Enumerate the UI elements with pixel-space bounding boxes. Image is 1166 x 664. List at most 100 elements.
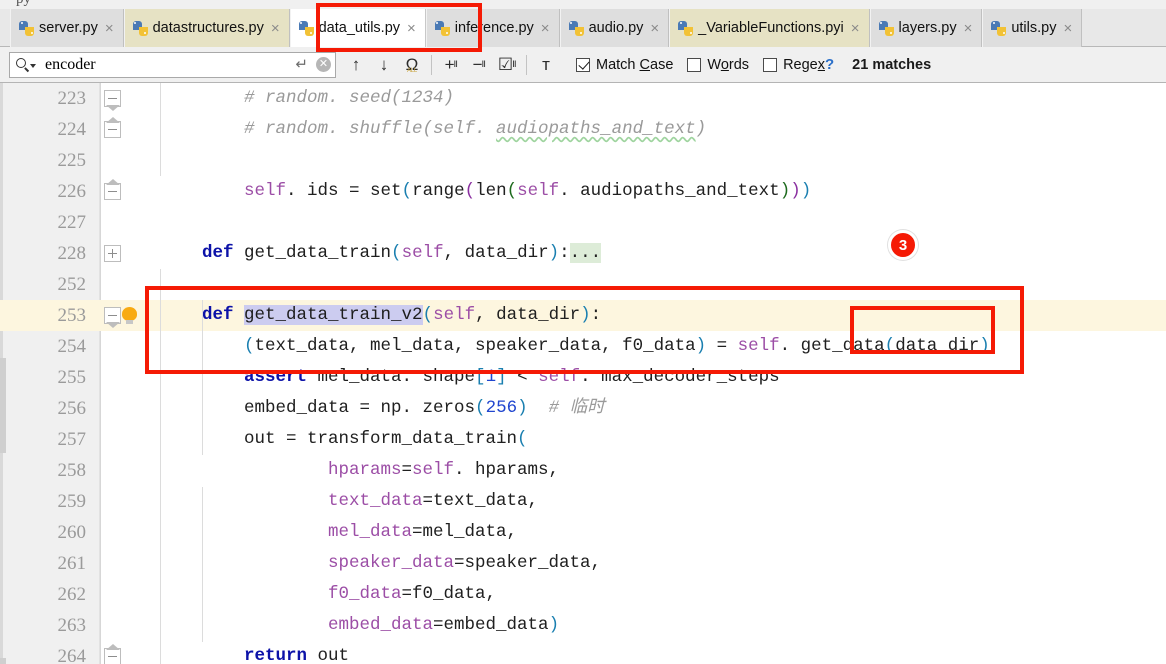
code-line-228[interactable]: 228 def get_data_train(self, data_dir):..… bbox=[0, 238, 1166, 269]
tab-layers-py[interactable]: layers.py × bbox=[869, 9, 983, 47]
code-token: range bbox=[412, 181, 465, 201]
code-text[interactable]: (text_data, mel_data, speaker_data, f0_d… bbox=[244, 331, 990, 362]
code-editor[interactable]: 223 # random. seed(1234) 224 # random. shuf… bbox=[0, 83, 1166, 664]
close-icon[interactable]: × bbox=[964, 21, 973, 36]
code-line-261[interactable]: 261 speaker_data=speaker_data, bbox=[0, 548, 1166, 579]
close-icon[interactable]: × bbox=[851, 21, 860, 36]
python-file-icon bbox=[678, 20, 694, 36]
toolbar-separator bbox=[431, 54, 432, 75]
code-token: f0_data bbox=[328, 584, 402, 604]
match-case-checkbox[interactable]: Match Case bbox=[576, 57, 673, 73]
code-line-260[interactable]: 260 mel_data=mel_data, bbox=[0, 517, 1166, 548]
code-line-258[interactable]: 258 hparams=self. hparams, bbox=[0, 455, 1166, 486]
scrollbar-thumb-upper[interactable] bbox=[0, 358, 6, 453]
code-line-257[interactable]: 257 out = transform_data_train( bbox=[0, 424, 1166, 455]
code-line-255[interactable]: 255 assert mel_data. shape[1] < self. max… bbox=[0, 362, 1166, 393]
code-line-262[interactable]: 262 f0_data=f0_data, bbox=[0, 579, 1166, 610]
match-count-label: 21 matches bbox=[852, 56, 932, 73]
close-icon[interactable]: × bbox=[541, 21, 550, 36]
regex-checkbox-box[interactable] bbox=[763, 57, 778, 72]
find-tool-buttons[interactable]: ↑ ↓ Ω ALL + Ⅱ − Ⅱ ☑ Ⅱ ᴛ bbox=[342, 52, 560, 78]
tab-label: utils.py bbox=[1011, 19, 1057, 36]
code-line-225[interactable]: 225 bbox=[0, 145, 1166, 176]
select-all-occurrences-button[interactable]: Ω ALL bbox=[398, 52, 426, 78]
code-token: . max_decoder_steps bbox=[580, 367, 780, 387]
fold-toggle-228[interactable] bbox=[104, 245, 121, 262]
tab--variablefunctions-pyi[interactable]: _VariableFunctions.pyi × bbox=[669, 9, 870, 47]
line-number: 254 bbox=[57, 336, 87, 357]
filter-button[interactable]: ᴛ bbox=[532, 52, 560, 78]
code-line-254[interactable]: 254 (text_data, mel_data, speaker_data, f… bbox=[0, 331, 1166, 362]
label-mnemonic: x bbox=[817, 56, 825, 73]
code-text[interactable]: # random. seed(1234) bbox=[244, 83, 454, 114]
scrollbar-thumb-lower[interactable] bbox=[0, 658, 6, 664]
find-previous-button-glyph: ↑ bbox=[351, 55, 361, 74]
find-options[interactable]: Match Case Words Regex bbox=[576, 57, 825, 73]
add-selection-next-occurrence-button[interactable]: + Ⅱ bbox=[437, 52, 465, 78]
fold-toggle-226[interactable] bbox=[104, 179, 121, 200]
code-token: set bbox=[370, 181, 402, 201]
code-text[interactable]: mel_data=mel_data, bbox=[328, 517, 517, 548]
code-line-264[interactable]: 264 return out bbox=[0, 641, 1166, 664]
fold-toggle-264[interactable] bbox=[104, 644, 121, 664]
remove-selection-occurrence-button[interactable]: − Ⅱ bbox=[465, 52, 493, 78]
code-line-226[interactable]: 226 self. ids = set(range(len(self. audio… bbox=[0, 176, 1166, 207]
find-input-value[interactable]: encoder bbox=[45, 56, 295, 73]
code-text[interactable]: return out bbox=[244, 641, 349, 664]
select-all-occurrences-multicaret-button[interactable]: ☑ Ⅱ bbox=[493, 52, 521, 78]
code-line-227[interactable]: 227 bbox=[0, 207, 1166, 238]
code-line-224[interactable]: 224 # random. shuffle(self. audiopaths_an… bbox=[0, 114, 1166, 145]
code-text[interactable]: f0_data=f0_data, bbox=[328, 579, 496, 610]
words-checkbox-box[interactable] bbox=[687, 57, 702, 72]
code-line-259[interactable]: 259 text_data=text_data, bbox=[0, 486, 1166, 517]
close-icon[interactable]: × bbox=[105, 21, 114, 36]
tab-server-py[interactable]: server.py × bbox=[10, 9, 124, 47]
code-text[interactable]: def get_data_train(self, data_dir):... bbox=[202, 238, 602, 269]
code-text[interactable]: embed_data = np. zeros(256) # 临时 bbox=[244, 393, 605, 424]
clear-search-icon[interactable]: ✕ bbox=[316, 57, 331, 72]
search-icon[interactable] bbox=[16, 58, 36, 72]
fold-toggle-253[interactable] bbox=[104, 307, 121, 328]
code-text[interactable]: out = transform_data_train( bbox=[244, 424, 528, 455]
code-text[interactable]: self. ids = set(range(len(self. audiopat… bbox=[244, 176, 811, 207]
code-line-253[interactable]: 253 def get_data_train_v2(self, data_dir)… bbox=[0, 300, 1166, 331]
code-text[interactable]: embed_data=embed_data) bbox=[328, 610, 559, 641]
close-icon[interactable]: × bbox=[650, 21, 659, 36]
code-text[interactable]: # random. shuffle(self. audiopaths_and_t… bbox=[244, 114, 706, 145]
close-icon[interactable]: × bbox=[1063, 21, 1072, 36]
regex-checkbox[interactable]: Regex bbox=[763, 57, 825, 73]
code-text[interactable]: hparams=self. hparams, bbox=[328, 455, 559, 486]
code-token: ) bbox=[695, 119, 707, 139]
tab-inference-py[interactable]: inference.py × bbox=[425, 9, 560, 47]
close-icon[interactable]: × bbox=[271, 21, 280, 36]
code-token: . audiopaths_and_text bbox=[559, 181, 780, 201]
code-token: [ bbox=[475, 367, 486, 387]
code-line-252[interactable]: 252 bbox=[0, 269, 1166, 300]
tab-utils-py[interactable]: utils.py × bbox=[982, 9, 1083, 47]
close-icon[interactable]: × bbox=[407, 21, 416, 36]
match-case-checkbox-box[interactable] bbox=[576, 57, 590, 72]
code-text[interactable]: def get_data_train_v2(self, data_dir): bbox=[202, 300, 601, 331]
chevron-down-icon[interactable] bbox=[30, 64, 36, 68]
code-line-263[interactable]: 263 embed_data=embed_data) bbox=[0, 610, 1166, 641]
intention-lightbulb-icon[interactable] bbox=[122, 307, 137, 325]
code-text[interactable]: assert mel_data. shape[1] < self. max_de… bbox=[244, 362, 780, 393]
code-text[interactable]: text_data=text_data, bbox=[328, 486, 538, 517]
code-line-256[interactable]: 256 embed_data = np. zeros(256) # 临时 bbox=[0, 393, 1166, 424]
python-file-icon bbox=[568, 20, 584, 36]
code-token: 1 bbox=[485, 367, 497, 387]
tab-data-utils-py[interactable]: data_utils.py × bbox=[289, 9, 426, 47]
fold-toggle-223[interactable] bbox=[104, 90, 121, 111]
tab-datastructures-py[interactable]: datastructures.py × bbox=[123, 9, 290, 47]
code-line-223[interactable]: 223 # random. seed(1234) bbox=[0, 83, 1166, 114]
help-icon[interactable]: ? bbox=[825, 56, 834, 73]
find-previous-button[interactable]: ↑ bbox=[342, 52, 370, 78]
select-all-occurrences-button-sub: ALL bbox=[407, 68, 417, 74]
find-next-button[interactable]: ↓ bbox=[370, 52, 398, 78]
editor-tab-bar[interactable]: server.py × datastructures.py × data_utils.p… bbox=[0, 9, 1166, 47]
code-text[interactable]: speaker_data=speaker_data, bbox=[328, 548, 601, 579]
find-input-field[interactable]: encoder ↵ ✕ bbox=[9, 51, 336, 78]
tab-audio-py[interactable]: audio.py × bbox=[559, 9, 670, 47]
words-checkbox[interactable]: Words bbox=[687, 57, 749, 73]
fold-toggle-224[interactable] bbox=[104, 117, 121, 138]
